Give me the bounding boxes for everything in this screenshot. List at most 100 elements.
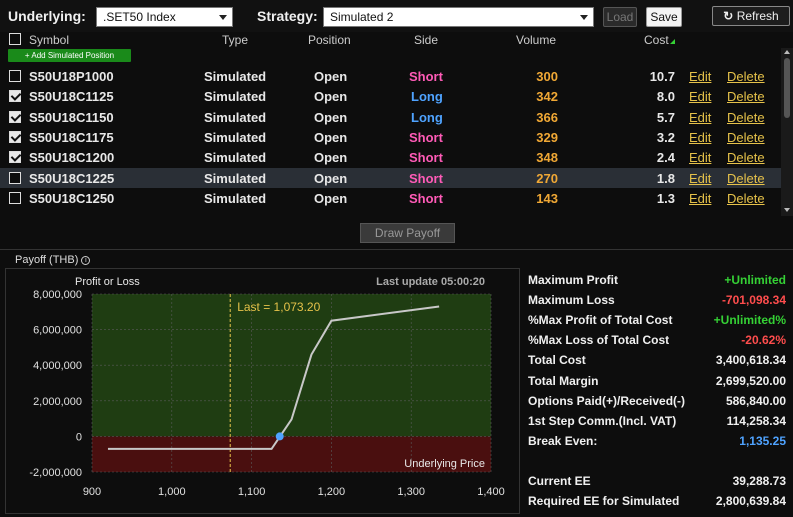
table-row[interactable]: S50U18C1125 Simulated Open Long 342 8.0 Edit De… (0, 86, 781, 106)
edit-link[interactable]: Edit (689, 191, 711, 206)
underlying-value: .SET50 Index (103, 10, 176, 24)
stat-label: %Max Profit of Total Cost (528, 313, 673, 327)
y-axis-title: Profit or Loss (75, 276, 140, 288)
volume-cell: 366 (536, 109, 558, 125)
table-scrollbar[interactable] (781, 48, 793, 216)
symbol-cell: S50U18P1000 (29, 69, 114, 84)
y-tick-label: 0 (76, 431, 82, 443)
divider (0, 249, 793, 250)
stat-row: 1st Step Comm.(Incl. VAT) 114,258.34 (528, 412, 788, 430)
stat-label: %Max Loss of Total Cost (528, 333, 670, 347)
save-button[interactable]: Save (646, 7, 682, 27)
edit-link[interactable]: Edit (689, 110, 711, 125)
col-symbol[interactable]: Symbol (29, 33, 69, 47)
stat-row: %Max Loss of Total Cost -20.62% (528, 331, 788, 349)
stat-label: Options Paid(+)/Received(-) (528, 394, 686, 408)
delete-link[interactable]: Delete (727, 130, 765, 145)
y-tick-label: 6,000,000 (33, 325, 82, 337)
row-checkbox[interactable] (9, 151, 21, 164)
payoff-chart: 8,000,000 6,000,000 4,000,000 2,000,000 0 -2,… (5, 268, 520, 514)
stat-value: 2,699,520.00 (715, 374, 786, 388)
table-row[interactable]: S50U18C1150 Simulated Open Long 366 5.7 Edit De… (0, 107, 781, 127)
stat-row: Options Paid(+)/Received(-) 586,840.00 (528, 392, 788, 410)
row-checkbox[interactable] (9, 90, 21, 103)
type-cell: Simulated (204, 109, 267, 125)
row-checkbox[interactable] (9, 171, 21, 184)
col-type[interactable]: Type (222, 33, 248, 47)
stat-value: 1,135.25 (739, 434, 786, 448)
strategy-select[interactable]: Simulated 2 (323, 7, 594, 27)
refresh-button[interactable]: ↻ Refresh (712, 6, 790, 26)
cost-cell: 5.7 (656, 109, 675, 125)
load-button[interactable]: Load (603, 7, 637, 27)
positions-table-body: S50U18P1000 Simulated Open Short 300 10.7 Edit… (0, 66, 781, 216)
stat-label: Total Margin (528, 374, 599, 388)
sort-indicator-icon (670, 39, 675, 44)
delete-link[interactable]: Delete (727, 110, 765, 125)
table-row[interactable]: S50U18C1175 Simulated Open Short 329 3.2 Edit D… (0, 127, 781, 147)
col-position[interactable]: Position (308, 33, 351, 47)
row-checkbox[interactable] (9, 191, 21, 204)
select-all-checkbox[interactable] (9, 33, 21, 45)
add-simulated-position-button[interactable]: + Add Simulated Position (8, 49, 131, 62)
edit-link[interactable]: Edit (689, 69, 711, 84)
chevron-down-icon (219, 15, 227, 20)
stat-value: 586,840.00 (725, 394, 786, 408)
stat-value: 2,800,639.84 (715, 494, 786, 508)
stat-value: -701,098.34 (721, 293, 786, 307)
delete-link[interactable]: Delete (727, 69, 765, 84)
volume-cell: 342 (536, 89, 558, 105)
underlying-select[interactable]: .SET50 Index (96, 7, 233, 27)
table-row[interactable]: S50U18C1200 Simulated Open Short 348 2.4 Edit D… (0, 147, 781, 167)
col-cost[interactable]: Cost (644, 33, 669, 47)
x-axis-title: Underlying Price (404, 458, 485, 470)
edit-link[interactable]: Edit (689, 171, 711, 186)
delete-link[interactable]: Delete (727, 150, 765, 165)
stat-label: Maximum Loss (528, 293, 615, 307)
col-side[interactable]: Side (414, 33, 438, 47)
x-tick-label: 1,300 (397, 486, 425, 498)
side-cell: Short (409, 129, 443, 145)
delete-link[interactable]: Delete (727, 171, 765, 186)
payoff-title-text: Payoff (THB) (15, 254, 79, 266)
stat-row: Total Margin 2,699,520.00 (528, 372, 788, 390)
scroll-thumb[interactable] (784, 58, 790, 118)
table-row[interactable]: S50U18P1000 Simulated Open Short 300 10.7 Edit… (0, 66, 781, 86)
delete-link[interactable]: Delete (727, 191, 765, 206)
volume-cell: 300 (536, 69, 558, 84)
stat-row: Maximum Profit +Unlimited (528, 271, 788, 289)
edit-link[interactable]: Edit (689, 130, 711, 145)
type-cell: Simulated (204, 129, 267, 145)
stat-row: %Max Profit of Total Cost +Unlimited% (528, 311, 788, 329)
scroll-up-icon[interactable] (784, 50, 790, 54)
row-checkbox[interactable] (9, 110, 21, 123)
stat-label: Current EE (528, 474, 591, 488)
cost-cell: 1.3 (656, 190, 675, 206)
cost-cell: 2.4 (656, 150, 675, 166)
delete-link[interactable]: Delete (727, 89, 765, 104)
stat-value: +Unlimited% (713, 313, 786, 327)
side-cell: Long (411, 89, 443, 105)
stat-value: -20.62% (741, 333, 786, 347)
col-volume[interactable]: Volume (516, 33, 556, 47)
scroll-down-icon[interactable] (784, 208, 790, 212)
row-checkbox[interactable] (9, 130, 21, 143)
stat-row: Maximum Loss -701,098.34 (528, 291, 788, 309)
volume-cell: 329 (536, 129, 558, 145)
table-row[interactable]: S50U18C1225 Simulated Open Short 270 1.8 Edit D… (0, 167, 781, 188)
edit-link[interactable]: Edit (689, 150, 711, 165)
stat-label: 1st Step Comm.(Incl. VAT) (528, 414, 677, 428)
edit-link[interactable]: Edit (689, 89, 711, 104)
type-cell: Simulated (204, 150, 267, 166)
stat-value: +Unlimited (724, 273, 786, 287)
side-cell: Short (409, 150, 443, 166)
row-checkbox[interactable] (9, 70, 21, 82)
side-cell: Short (409, 170, 443, 186)
x-tick-label: 1,100 (238, 486, 266, 498)
draw-payoff-button[interactable]: Draw Payoff (360, 223, 455, 243)
y-tick-label: 2,000,000 (33, 396, 82, 408)
volume-cell: 143 (536, 190, 558, 206)
table-row[interactable]: S50U18C1250 Simulated Open Short 143 1.3 Edit D… (0, 188, 781, 208)
symbol-cell: S50U18C1150 (29, 109, 114, 125)
info-icon[interactable]: i (81, 256, 91, 265)
